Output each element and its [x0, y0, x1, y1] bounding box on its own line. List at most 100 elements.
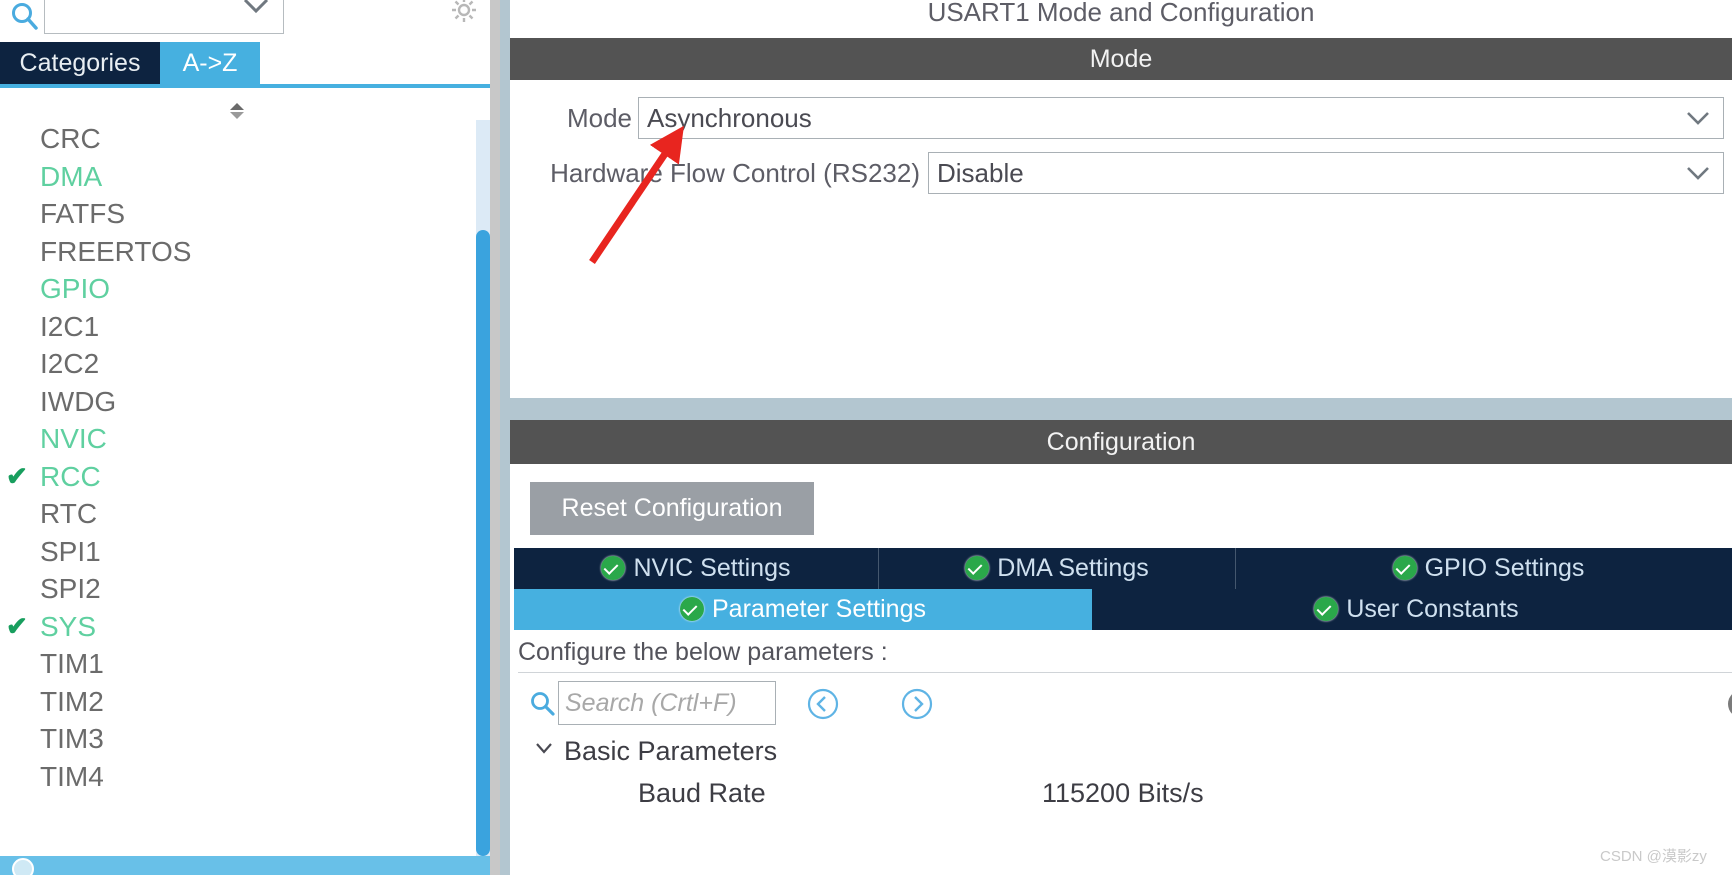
mode-section-header: Mode [510, 38, 1732, 80]
ip-list-item-label: TIM4 [40, 760, 104, 792]
hardware-flow-control-label: Hardware Flow Control (RS232) [550, 158, 920, 188]
hardware-flow-control-select[interactable]: Disable [928, 152, 1724, 194]
watermark: CSDN @漠影zy [1600, 848, 1707, 865]
left-panel-bottom-knob-icon[interactable] [12, 858, 34, 875]
parameter-search-row [510, 675, 1732, 733]
ip-list-item[interactable]: TIM1 [0, 645, 474, 683]
tab-user-constants[interactable]: User Constants [1092, 589, 1732, 630]
ip-item-container: CRC DMA FATFS FREERTOS GPIO I2C1 I2C2 IWDG NVIC ✔… [0, 120, 474, 795]
ip-list-item[interactable]: TIM3 [0, 720, 474, 758]
chevron-down-icon [239, 0, 273, 24]
check-icon: ✔ [6, 460, 28, 491]
section-divider [500, 398, 1732, 420]
ip-list-item[interactable]: FATFS [0, 195, 474, 233]
ip-list-item[interactable]: ✔ SYS [0, 608, 474, 646]
reset-configuration-button[interactable]: Reset Configuration [530, 482, 814, 535]
tab-categories[interactable]: Categories [0, 42, 160, 84]
left-panel-bottom-bar [0, 856, 490, 875]
circle-arrow-right-icon[interactable] [900, 687, 934, 721]
list-collapse-spinner-icon[interactable] [225, 100, 249, 122]
ip-list-item-label: I2C1 [40, 310, 100, 342]
check-circle-icon [1392, 556, 1417, 580]
parameter-row[interactable]: Baud Rate 115200 Bits/s [522, 772, 1722, 814]
ip-list-item[interactable]: SPI1 [0, 533, 474, 571]
ip-list-item[interactable]: DMA [0, 158, 474, 196]
configuration-tabs-row-2: Parameter Settings User Constants [514, 589, 1732, 630]
chevron-down-icon [1683, 106, 1713, 135]
tab-dma-settings[interactable]: DMA Settings [879, 548, 1236, 589]
ip-list-scrollbar[interactable] [476, 120, 490, 856]
ip-list-item[interactable]: RTC [0, 495, 474, 533]
tab-label: User Constants [1346, 595, 1519, 623]
tab-label: NVIC Settings [633, 554, 791, 582]
ip-list-item-label: TIM2 [40, 685, 104, 717]
configuration-card: Configuration Reset Configuration NVIC S… [510, 420, 1732, 875]
ip-list-item-label: GPIO [40, 273, 111, 304]
parameter-group-label: Basic Parameters [564, 736, 778, 766]
gear-icon[interactable] [446, 0, 482, 28]
ip-list-item[interactable]: IWDG [0, 383, 474, 421]
ip-list-item-label: IWDG [40, 385, 117, 417]
parameter-value[interactable]: 115200 Bits/s [1042, 772, 1204, 814]
tab-a-to-z[interactable]: A->Z [160, 42, 260, 84]
panel-divider [490, 0, 500, 875]
ip-list-item-label: CRC [40, 123, 101, 154]
search-icon [8, 0, 42, 34]
ip-list-item-label: FREERTOS [40, 235, 192, 267]
tab-label: Parameter Settings [712, 595, 926, 623]
ip-list-item-label: SPI2 [40, 573, 101, 604]
configuration-section-header: Configuration [510, 420, 1732, 464]
page-title: USART1 Mode and Configuration [927, 0, 1315, 27]
chevron-down-icon [1683, 161, 1713, 190]
ip-list-item[interactable]: GPIO [0, 270, 474, 308]
ip-list-item-label: SYS [40, 610, 97, 642]
check-circle-icon [601, 556, 626, 580]
ip-list-item-label: TIM1 [40, 648, 104, 679]
hardware-flow-control-field-row: Hardware Flow Control (RS232) Disable [510, 152, 1732, 194]
ip-list-item[interactable]: NVIC [0, 420, 474, 458]
tab-parameter-settings[interactable]: Parameter Settings [514, 589, 1092, 630]
tab-gpio-settings[interactable]: GPIO Settings [1236, 548, 1732, 589]
ip-list: CRC DMA FATFS FREERTOS GPIO I2C1 I2C2 IWDG NVIC ✔… [0, 88, 474, 856]
ip-list-item[interactable]: I2C2 [0, 345, 474, 383]
check-icon: ✔ [6, 610, 28, 641]
tab-nvic-settings[interactable]: NVIC Settings [514, 548, 879, 589]
ip-list-item-label: TIM3 [40, 723, 104, 754]
scrollbar-thumb[interactable] [476, 230, 490, 856]
mode-field-row: Mode Asynchronous [510, 97, 1732, 139]
ip-tree-panel: Categories A->Z CRC DMA FATFS FREERTOS GPIO I… [0, 0, 500, 875]
tab-label: GPIO Settings [1424, 554, 1585, 582]
ip-list-item[interactable]: TIM4 [0, 758, 474, 796]
ip-list-item[interactable]: ✔ RCC [0, 458, 474, 496]
ip-list-item-label: I2C2 [40, 348, 100, 379]
ip-search-combobox[interactable] [44, 0, 284, 34]
check-circle-icon [965, 556, 990, 580]
ip-search-row [0, 0, 500, 40]
tab-label: DMA Settings [997, 554, 1149, 582]
ip-list-item[interactable]: SPI2 [0, 570, 474, 608]
info-icon[interactable] [1725, 687, 1732, 721]
ip-list-item-label: RTC [40, 498, 98, 529]
ip-view-tabs: Categories A->Z [0, 42, 500, 86]
check-circle-icon [1314, 597, 1339, 621]
chevron-down-icon[interactable] [532, 736, 556, 760]
mode-select-value: Asynchronous [647, 103, 812, 133]
ip-list-item[interactable]: TIM2 [0, 683, 474, 721]
mode-card: USART1 Mode and Configuration Mode Mode … [510, 0, 1732, 398]
ip-list-item-label: RCC [40, 460, 101, 492]
mode-select[interactable]: Asynchronous [638, 97, 1724, 139]
parameter-search-input[interactable] [558, 681, 776, 725]
ip-list-item[interactable]: I2C1 [0, 308, 474, 346]
configuration-tabs-row-1: NVIC Settings DMA Settings GPIO Settings [514, 548, 1732, 589]
parameter-group-basic-parameters[interactable]: Basic Parameters [522, 730, 1322, 772]
hardware-flow-control-value: Disable [937, 158, 1024, 188]
mode-field-label: Mode [566, 103, 632, 133]
ip-list-item-label: SPI1 [40, 535, 101, 567]
ip-list-item-label: FATFS [40, 198, 126, 229]
ip-list-item[interactable]: CRC [0, 120, 474, 158]
hint-divider [518, 672, 1732, 673]
ip-list-item[interactable]: FREERTOS [0, 233, 474, 271]
ip-list-item-label: NVIC [40, 423, 107, 454]
circle-arrow-left-icon[interactable] [806, 687, 840, 721]
check-circle-icon [680, 597, 704, 621]
